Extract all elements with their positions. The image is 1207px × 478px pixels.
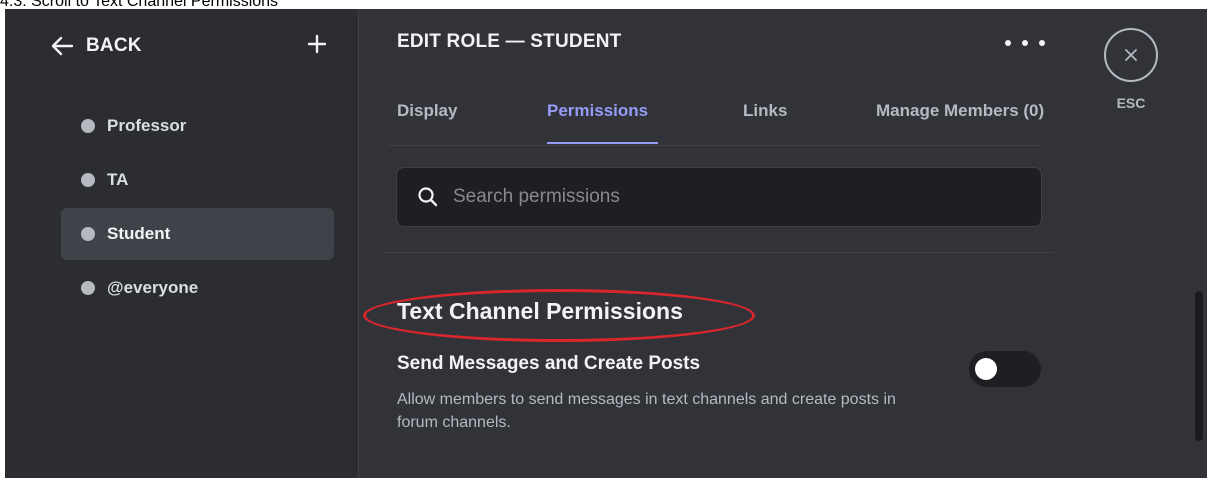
tab-links[interactable]: Links bbox=[743, 101, 787, 123]
search-icon bbox=[418, 187, 438, 207]
more-dots-icon bbox=[1005, 40, 1011, 46]
search-permissions-field[interactable]: Search permissions bbox=[396, 167, 1042, 227]
screenshot-caption: 4.3: Scroll to Text Channel Permissions bbox=[0, 0, 279, 9]
section-heading: Text Channel Permissions bbox=[397, 298, 683, 324]
role-color-dot bbox=[81, 119, 95, 133]
tab-permissions[interactable]: Permissions bbox=[547, 101, 648, 123]
scrollbar-thumb[interactable] bbox=[1195, 291, 1203, 441]
add-role-button[interactable] bbox=[303, 30, 331, 58]
more-options-button[interactable] bbox=[1005, 33, 1045, 53]
role-color-dot bbox=[81, 173, 95, 187]
sidebar-divider bbox=[358, 9, 359, 478]
role-color-dot bbox=[81, 227, 95, 241]
role-label: Professor bbox=[107, 116, 187, 135]
permission-description: Allow members to send messages in text c… bbox=[397, 391, 896, 431]
tab-display[interactable]: Display bbox=[397, 101, 457, 123]
permission-title: Send Messages and Create Posts bbox=[397, 353, 701, 374]
role-item-ta[interactable]: TA bbox=[61, 154, 334, 206]
tabs-divider bbox=[387, 145, 1042, 146]
role-label: @everyone bbox=[107, 278, 199, 297]
role-item-professor[interactable]: Professor bbox=[61, 100, 334, 152]
esc-label: ESC bbox=[1116, 95, 1146, 111]
back-label: BACK bbox=[86, 35, 142, 56]
role-label: TA bbox=[107, 170, 129, 189]
role-color-dot bbox=[81, 281, 95, 295]
arrow-left-icon bbox=[51, 36, 74, 56]
role-item-student[interactable]: Student bbox=[61, 208, 334, 260]
plus-icon bbox=[307, 34, 327, 54]
search-input[interactable]: Search permissions bbox=[453, 186, 620, 208]
active-tab-indicator bbox=[547, 142, 658, 144]
close-icon bbox=[1125, 49, 1137, 61]
send-messages-toggle[interactable] bbox=[969, 351, 1041, 387]
page-title: EDIT ROLE — STUDENT bbox=[397, 31, 622, 52]
toggle-knob bbox=[975, 358, 997, 380]
roles-sidebar: BACK Professor TA Student @everyone bbox=[5, 9, 358, 478]
role-item-everyone[interactable]: @everyone bbox=[61, 262, 334, 314]
role-label: Student bbox=[107, 224, 171, 243]
role-settings-window: BACK Professor TA Student @everyone EDIT… bbox=[5, 9, 1207, 478]
close-button[interactable] bbox=[1104, 28, 1158, 82]
back-button[interactable]: BACK bbox=[50, 33, 142, 59]
tab-manage-members[interactable]: Manage Members (0) bbox=[876, 101, 1044, 123]
section-divider bbox=[383, 252, 1054, 253]
